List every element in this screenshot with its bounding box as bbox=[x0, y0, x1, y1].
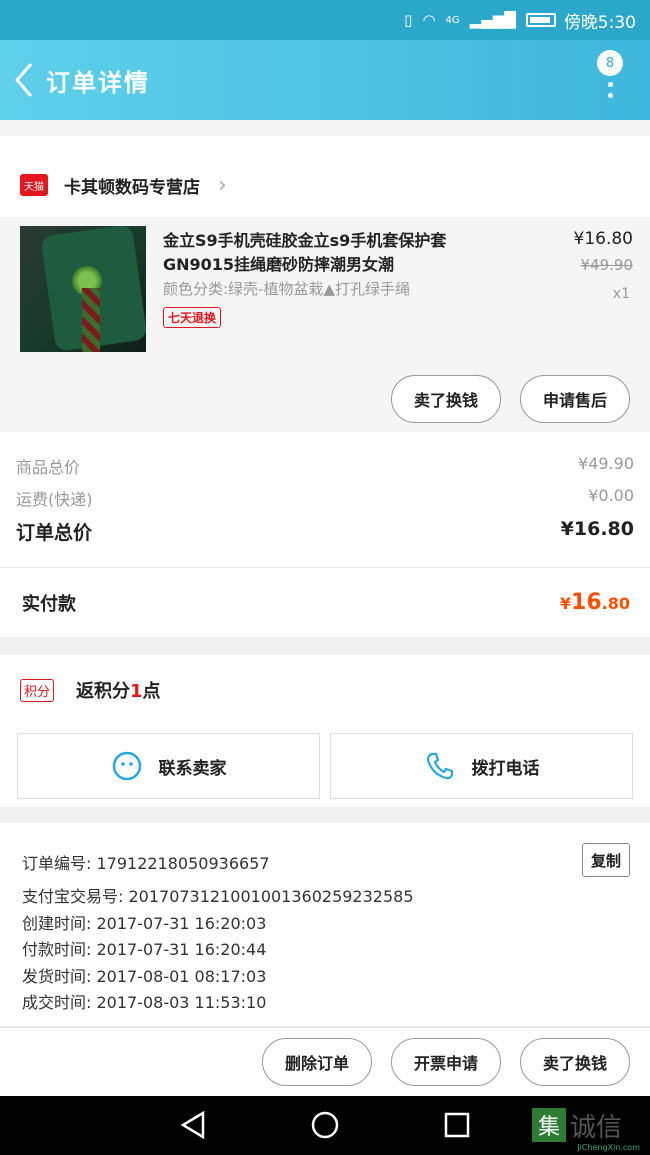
invoice-request-button[interactable]: 开票申请 bbox=[391, 1038, 501, 1086]
title-bar: 订单详情 8 bbox=[0, 40, 650, 120]
product-price: ¥16.80 bbox=[573, 229, 633, 249]
points-section: 积分 返积分1点 联系卖家 拨打电话 bbox=[0, 655, 650, 807]
signal-icon: ▂▄▆█ bbox=[469, 11, 516, 29]
page-title: 订单详情 bbox=[46, 68, 150, 97]
product-thumbnail[interactable] bbox=[20, 226, 146, 352]
spacer bbox=[0, 807, 650, 823]
call-phone-button[interactable]: 拨打电话 bbox=[330, 733, 633, 799]
shipped-time: 发货时间: 2017-08-01 08:17:03 bbox=[22, 967, 267, 986]
more-menu-button[interactable]: 8 bbox=[597, 50, 623, 110]
product-title: 金立S9手机壳硅胶金立s9手机套保护套GN9015挂绳磨砂防摔潮男女潮 bbox=[163, 231, 447, 274]
network-type: 4G bbox=[445, 14, 460, 26]
chevron-left-icon bbox=[15, 63, 33, 97]
price-summary: 商品总价 ¥49.90 运费(快递) ¥0.00 订单总价 ¥16.80 bbox=[0, 432, 650, 567]
shipping-label: 运费(快递) bbox=[16, 490, 93, 509]
return-policy-badge: 七天退换 bbox=[163, 307, 222, 328]
alipay-number: 支付宝交易号: 2017073121001001360259232585 bbox=[22, 887, 414, 906]
chevron-right-icon: › bbox=[218, 172, 227, 198]
watermark-url: JiChengXin.com bbox=[577, 1143, 640, 1152]
watermark-mark: 集 bbox=[532, 1108, 566, 1142]
chat-bubble-icon bbox=[112, 751, 141, 781]
order-info: 订单编号: 17912218050936657 支付宝交易号: 20170731… bbox=[0, 823, 650, 1026]
paid-row: 实付款 ¥16.80 bbox=[0, 567, 650, 637]
square-recents-icon bbox=[444, 1112, 470, 1138]
copy-button[interactable]: 复制 bbox=[582, 843, 630, 877]
nav-home-button[interactable] bbox=[310, 1110, 340, 1140]
paid-currency: ¥ bbox=[559, 594, 572, 613]
points-suffix: 点 bbox=[142, 681, 161, 702]
wifi-icon: ◠ bbox=[422, 11, 436, 29]
watermark-text: 诚信 bbox=[570, 1112, 623, 1143]
status-time: 傍晚5:30 bbox=[563, 12, 636, 33]
battery-icon bbox=[525, 13, 556, 27]
resell-footer-button[interactable]: 卖了换钱 bbox=[520, 1038, 630, 1086]
paid-label: 实付款 bbox=[22, 593, 76, 615]
phone-icon bbox=[426, 752, 453, 780]
after-sale-button[interactable]: 申请售后 bbox=[520, 375, 630, 423]
paid-decimal: .80 bbox=[601, 594, 630, 613]
points-prefix: 返积分 bbox=[76, 681, 130, 702]
shop-row[interactable]: 天猫 卡其顿数码专营店 › bbox=[0, 153, 650, 217]
message-badge: 8 bbox=[597, 50, 623, 76]
resell-button[interactable]: 卖了换钱 bbox=[391, 375, 501, 423]
shipping-value: ¥0.00 bbox=[588, 486, 634, 505]
spacer bbox=[0, 136, 650, 153]
status-bar: ▯ ◠ 4G ▂▄▆█ 傍晚5:30 bbox=[0, 0, 650, 40]
goods-total-value: ¥49.90 bbox=[578, 454, 634, 473]
paid-time: 付款时间: 2017-07-31 16:20:44 bbox=[22, 940, 267, 959]
shop-name: 卡其顿数码专营店 bbox=[64, 177, 200, 198]
product-sku: 颜色分类:绿壳-植物盆栽▲打孔绿手绳 bbox=[163, 280, 411, 298]
points-text: 返积分1点 bbox=[76, 677, 161, 703]
product-quantity: x1 bbox=[612, 286, 630, 302]
back-button[interactable] bbox=[2, 40, 46, 120]
product-original-price: ¥49.90 bbox=[580, 256, 634, 274]
delete-order-button[interactable]: 删除订单 bbox=[262, 1038, 372, 1086]
nav-recents-button[interactable] bbox=[442, 1110, 472, 1140]
tmall-logo-icon: 天猫 bbox=[20, 174, 48, 196]
call-phone-label: 拨打电话 bbox=[471, 758, 540, 779]
triangle-back-icon bbox=[180, 1111, 205, 1139]
paid-amount: ¥16.80 bbox=[560, 590, 630, 615]
status-icons: ▯ ◠ 4G ▂▄▆█ bbox=[404, 11, 556, 29]
order-number: 订单编号: 17912218050936657 bbox=[22, 854, 270, 873]
order-total-value: ¥16.80 bbox=[560, 518, 634, 540]
created-time: 创建时间: 2017-07-31 16:20:03 bbox=[22, 914, 267, 933]
spacer bbox=[0, 637, 650, 655]
order-total-label: 订单总价 bbox=[16, 522, 93, 544]
nav-back-button[interactable] bbox=[178, 1110, 208, 1140]
goods-total-label: 商品总价 bbox=[16, 458, 81, 477]
points-value: 1 bbox=[130, 681, 143, 702]
vibrate-icon: ▯ bbox=[404, 11, 413, 29]
spacer bbox=[0, 120, 650, 136]
contact-seller-button[interactable]: 联系卖家 bbox=[17, 733, 320, 799]
circle-home-icon bbox=[311, 1111, 339, 1139]
more-dots-icon bbox=[607, 82, 613, 98]
product-card[interactable]: 金立S9手机壳硅胶金立s9手机套保护套GN9015挂绳磨砂防摔潮男女潮 颜色分类… bbox=[0, 217, 650, 432]
watermark-logo: 集 诚信 bbox=[532, 1102, 650, 1148]
footer-actions: 删除订单 开票申请 卖了换钱 bbox=[0, 1027, 650, 1096]
contact-seller-label: 联系卖家 bbox=[158, 758, 227, 779]
paid-integer: 16 bbox=[571, 590, 602, 615]
completed-time: 成交时间: 2017-08-03 11:53:10 bbox=[22, 993, 267, 1012]
points-badge: 积分 bbox=[20, 679, 55, 702]
